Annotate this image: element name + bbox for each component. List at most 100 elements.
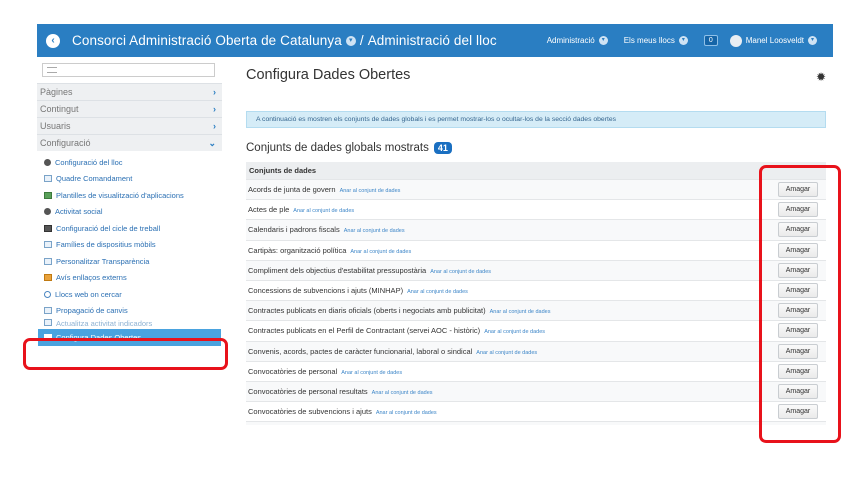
workflow-icon [44,224,52,232]
chevron-right-icon: › [213,104,216,114]
table-row: Contractes publicats en diaris oficials … [246,300,826,321]
sidebar-item-transparencia[interactable]: Personalitzar Transparència [37,253,222,270]
sidebar-item-configura-dades-obertes[interactable]: Configura Dades Obertes [38,329,221,346]
hide-button[interactable]: Amagar [778,303,818,319]
info-alert: A continuació es mostren els conjunts de… [246,111,826,128]
dataset-cell: Convocatòries de personal resultats Anar … [248,387,433,396]
menu-administracio-label: Administració [546,36,595,45]
table-row: Concessions de subvencions i ajuts (MINH… [246,279,826,300]
sidebar-item-configuracio-lloc[interactable]: Configuració del lloc [37,154,222,171]
table-header: Conjunts de dades [246,162,826,179]
notification-count[interactable]: 0 [703,35,718,46]
dataset-name: Acords de junta de govern [248,185,336,195]
chevron-down-icon: ▾ [808,36,817,45]
sidebar-section-pagines[interactable]: Pàgines › [37,83,222,100]
sidebar-item-cicle-treball[interactable]: Configuració del cicle de treball [37,220,222,237]
dataset-link[interactable]: Anar al conjunt de dades [376,410,437,416]
hide-button[interactable]: Amagar [778,182,818,198]
hide-button[interactable]: Amagar [778,343,818,359]
table-row: Convenis, acords, pactes de caràcter fun… [246,340,826,361]
back-icon[interactable]: ‹ [46,33,60,48]
sidebar-search-input[interactable] [42,63,215,77]
warning-icon [44,274,52,282]
hide-button[interactable]: Amagar [778,404,818,420]
menu-administracio[interactable]: Administració ▾ [547,36,608,45]
menu-els-meus-llocs[interactable]: Els meus llocs ▾ [624,36,688,45]
sidebar-item-label: Personalitzar Transparència [56,256,150,266]
open-data-icon [44,333,52,341]
section-title: Administració del lloc [367,33,497,48]
dataset-cell: Concessions de subvencions i ajuts (MINH… [248,286,468,295]
chevron-down-icon: ▾ [598,36,608,45]
hide-button[interactable]: Amagar [778,222,818,238]
dataset-cell: Convocatòries de subvencions i ajuts Anar… [248,407,437,416]
dataset-name: Concessions de subvencions i ajuts (MINH… [248,286,404,296]
sidebar-item-dispositius-mobils[interactable]: Famílies de dispositius mòbils [37,237,222,254]
sidebar-item-avis-enllacos[interactable]: Avís enllaços externs [37,270,222,287]
sidebar-item-plantilles[interactable]: Plantilles de visualització d'aplicacion… [37,187,222,204]
dataset-link[interactable]: Anar al conjunt de dades [344,228,405,234]
dataset-cell: Actes de ple Anar al conjunt de dades [248,205,354,214]
dataset-name: Calendaris i padrons fiscals [248,225,340,235]
title-separator: / [359,33,364,48]
dataset-cell: Compliment dels objectius d'estabilitat … [248,266,491,275]
main-content: Configura Dades Obertes ✹ A continuació … [246,58,826,426]
dataset-link[interactable]: Anar al conjunt de dades [484,329,545,335]
dataset-cell: Cartipàs: organització política Anar al c… [248,246,411,255]
sidebar-item-activitat-social[interactable]: Activitat social [37,204,222,221]
hide-button[interactable]: Amagar [778,202,818,218]
dataset-link[interactable]: Anar al conjunt de dades [490,309,551,315]
dataset-link[interactable]: Anar al conjunt de dades [407,289,468,295]
sidebar-section-usuaris[interactable]: Usuaris › [37,117,222,134]
dataset-link[interactable]: Anar al conjunt de dades [293,208,354,214]
sidebar-item-propagacio[interactable]: Propagació de canvis [37,303,222,320]
dataset-link[interactable]: Anar al conjunt de dades [476,350,537,356]
sidebar-section-configuracio[interactable]: Configuració ⌄ [37,134,222,151]
section-label: Contingut [40,104,79,114]
chevron-down-icon: ⌄ [208,137,216,148]
sidebar-item-label: Actualitza activitat indicadors [56,319,153,328]
gear-icon [44,158,51,166]
templates-icon [44,191,52,199]
hide-button[interactable]: Amagar [778,262,818,278]
panel-icon [44,175,52,183]
table-body: Acords de junta de govern Anar al conjunt… [246,179,826,426]
sidebar-item-label: Activitat social [55,207,103,217]
page-title: Configura Dades Obertes [246,67,411,83]
dataset-name: Actes de ple [248,205,290,215]
sidebar: Pàgines › Contingut › Usuaris › Configur… [37,58,222,346]
section-heading-text: Conjunts de dades globals mostrats [246,142,429,154]
hide-button[interactable]: Amagar [778,242,818,258]
sidebar-item-actualitza-indicadors[interactable]: Actualitza activitat indicadors [37,319,222,329]
hide-button[interactable]: Amagar [778,363,818,379]
count-badge: 41 [433,142,452,154]
hide-button[interactable]: Amagar [778,383,818,399]
site-title[interactable]: Consorci Administració Oberta de Catalun… [72,33,342,48]
hide-button[interactable]: Amagar [778,323,818,339]
dataset-link[interactable]: Anar al conjunt de dades [430,269,491,275]
dataset-cell: Acords de junta de govern Anar al conjunt… [248,185,400,194]
header-menus: Administració ▾ Els meus llocs ▾ 0 Manel… [547,24,833,57]
dataset-cell: Calendaris i padrons fiscals Anar al conj… [248,225,405,234]
dataset-link[interactable]: Anar al conjunt de dades [341,370,402,376]
user-menu[interactable]: Manel Loosveldt ▾ [729,34,817,47]
sidebar-item-quadre-comandament[interactable]: Quadre Comandament [37,171,222,188]
sidebar-item-label: Plantilles de visualització d'aplicacion… [56,190,184,200]
dataset-link[interactable]: Anar al conjunt de dades [350,249,411,255]
sidebar-item-label: Llocs web on cercar [55,289,122,299]
site-dropdown-icon[interactable]: ▾ [345,35,356,46]
social-icon [44,208,51,216]
search-lines-icon [47,67,57,73]
sidebar-item-label: Quadre Comandament [56,174,133,184]
sidebar-section-contingut[interactable]: Contingut › [37,100,222,117]
sidebar-item-label: Famílies de dispositius mòbils [56,240,156,250]
section-label: Usuaris [40,121,71,131]
dataset-cell: Contractes publicats en el Perfil de Con… [248,326,545,335]
dataset-link[interactable]: Anar al conjunt de dades [372,390,433,396]
dataset-name: Contractes publicats en el Perfil de Con… [248,326,481,336]
sidebar-item-llocs-web[interactable]: Llocs web on cercar [37,286,222,303]
hide-button[interactable]: Amagar [778,283,818,299]
dataset-link[interactable]: Anar al conjunt de dades [340,188,401,194]
chevron-right-icon: › [213,121,216,131]
gear-icon[interactable]: ✹ [816,70,826,84]
